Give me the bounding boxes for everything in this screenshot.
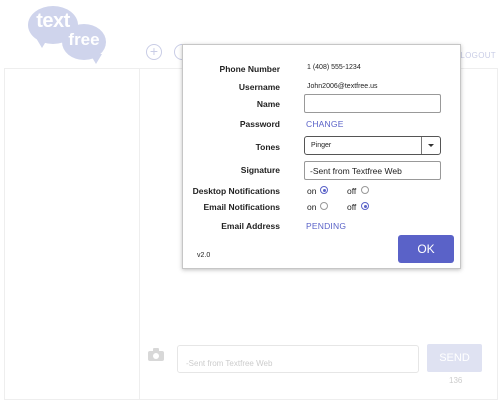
username-label: Username bbox=[238, 82, 280, 92]
change-password-link[interactable]: CHANGE bbox=[306, 119, 344, 129]
password-label: Password bbox=[239, 119, 280, 129]
message-compose-input[interactable]: -Sent from Textfree Web bbox=[177, 345, 419, 373]
version-label: v2.0 bbox=[197, 252, 211, 259]
email-notifications-label: Email Notifications bbox=[203, 202, 280, 212]
tones-label: Tones bbox=[255, 142, 280, 152]
logout-link[interactable]: LOGOUT bbox=[460, 51, 496, 60]
name-label: Name bbox=[256, 99, 280, 109]
email-address-status[interactable]: PENDING bbox=[306, 221, 346, 231]
settings-dialog: Phone Number 1 (408) 555-1234 Username J… bbox=[182, 44, 461, 269]
chevron-down-icon bbox=[428, 144, 434, 147]
desktop-notifications-off-label: off bbox=[347, 186, 357, 196]
phone-number-label: Phone Number bbox=[219, 64, 280, 74]
tones-select[interactable]: Pinger bbox=[304, 136, 441, 155]
email-notifications-on-radio[interactable] bbox=[320, 202, 328, 210]
username-value: John2006@textfree.us bbox=[307, 83, 378, 90]
email-notifications-off-radio[interactable] bbox=[361, 202, 369, 210]
desktop-notifications-label: Desktop Notifications bbox=[192, 186, 280, 196]
new-message-icon[interactable]: + bbox=[146, 44, 162, 60]
tones-selected-value: Pinger bbox=[311, 142, 332, 149]
email-notifications-off-label: off bbox=[347, 202, 357, 212]
conversation-list-divider bbox=[139, 68, 140, 400]
signature-input[interactable]: -Sent from Textfree Web bbox=[304, 161, 441, 180]
camera-icon[interactable] bbox=[148, 348, 164, 361]
email-notifications-on-label: on bbox=[307, 202, 317, 212]
character-count: 136 bbox=[449, 376, 463, 385]
ok-button[interactable]: OK bbox=[398, 235, 454, 263]
desktop-notifications-on-radio[interactable] bbox=[320, 186, 328, 194]
desktop-notifications-on-label: on bbox=[307, 186, 317, 196]
email-address-label: Email Address bbox=[221, 221, 280, 231]
name-input[interactable] bbox=[304, 94, 441, 113]
logo-text-bottom: free bbox=[68, 30, 100, 49]
send-button[interactable]: SEND bbox=[427, 344, 482, 372]
signature-label: Signature bbox=[240, 165, 280, 175]
desktop-notifications-off-radio[interactable] bbox=[361, 186, 369, 194]
textfree-logo: text free bbox=[26, 4, 108, 66]
phone-number-value: 1 (408) 555-1234 bbox=[307, 64, 361, 71]
